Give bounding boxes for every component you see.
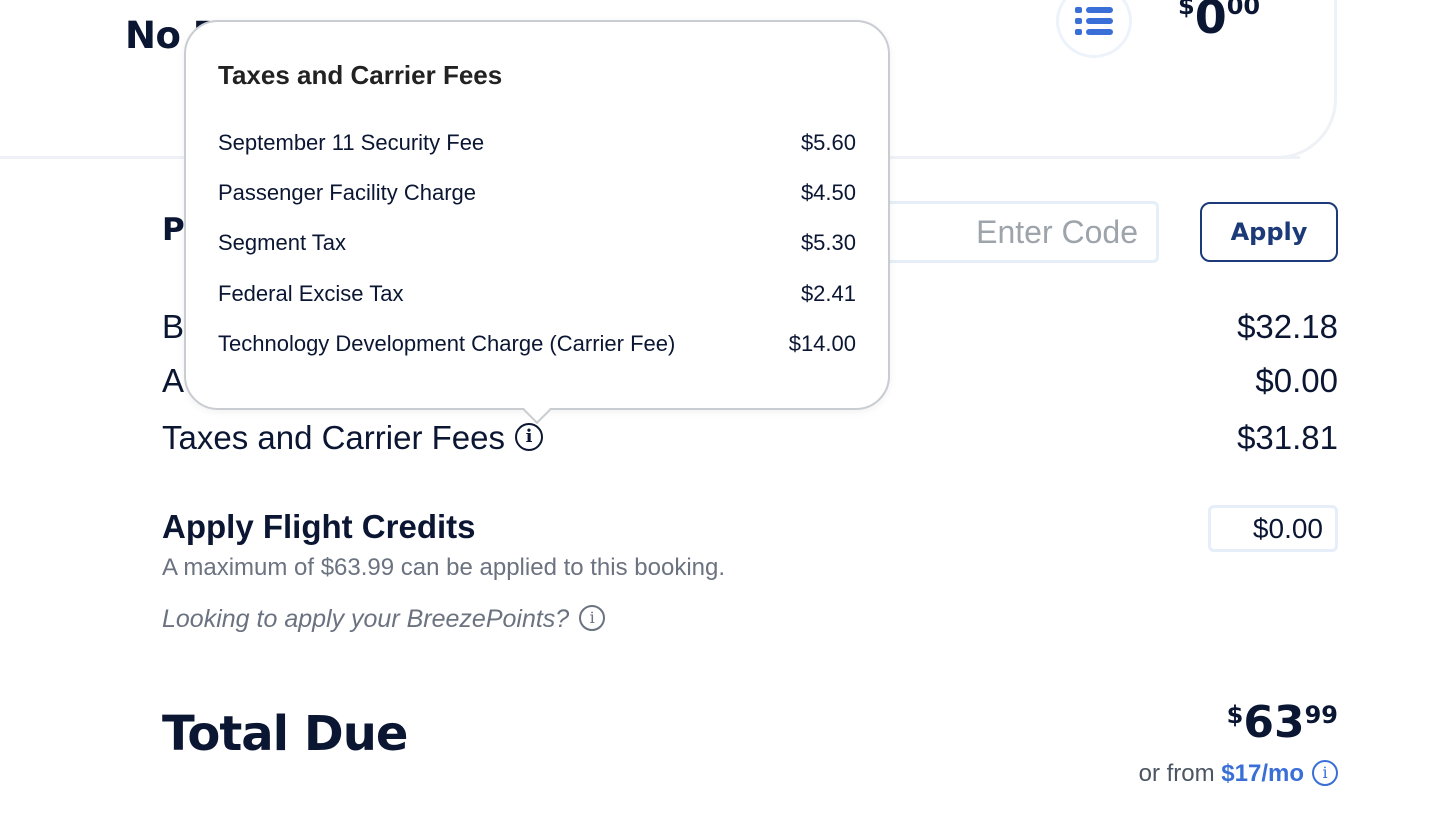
- tooltip-item-label: Technology Development Charge (Carrier F…: [218, 331, 676, 356]
- tooltip-item: Federal Excise Tax $2.41: [218, 281, 856, 311]
- taxes-fees-row: Taxes and Carrier Fees i: [162, 419, 543, 457]
- info-icon[interactable]: i: [579, 605, 606, 632]
- promo-code-input[interactable]: [860, 201, 1159, 263]
- tooltip-item-label: Federal Excise Tax: [218, 281, 404, 306]
- base-fare-label: B: [162, 308, 185, 345]
- tooltip-item-amount: $5.60: [800, 130, 856, 155]
- price-whole: 0: [1194, 0, 1227, 44]
- tooltip-item-amount: $14.00: [788, 331, 856, 356]
- base-fare-amount: $32.18: [1237, 308, 1338, 345]
- monthly-payment: or from $17/mo i: [1138, 759, 1338, 788]
- price-cents: 00: [1226, 0, 1261, 20]
- taxes-fees-amount: $31.81: [1237, 419, 1338, 456]
- tooltip-item-label: September 11 Security Fee: [218, 130, 485, 155]
- tooltip-item: Passenger Facility Charge $4.50: [218, 180, 856, 210]
- info-icon[interactable]: i: [1312, 759, 1338, 786]
- tooltip-item: Technology Development Charge (Carrier F…: [218, 331, 856, 361]
- tooltip-item: Segment Tax $5.30: [218, 230, 856, 260]
- tooltip-item-amount: $2.41: [800, 281, 856, 306]
- total-currency: $: [1226, 701, 1244, 729]
- tooltip-item-amount: $5.30: [800, 230, 856, 255]
- add-ons-label: A: [162, 362, 185, 399]
- flight-credits-note: A maximum of $63.99 can be applied to th…: [162, 554, 726, 581]
- add-ons-amount: $0.00: [1255, 362, 1338, 399]
- total-cents: 99: [1304, 701, 1338, 729]
- fare-price: $000: [1178, 0, 1260, 44]
- tooltip-item: September 11 Security Fee $5.60: [218, 130, 856, 160]
- breezepoints-prompt: Looking to apply your BreezePoints? i: [162, 605, 606, 634]
- monthly-payment-link[interactable]: $17/mo: [1221, 760, 1304, 787]
- flight-credits-input[interactable]: [1208, 505, 1338, 552]
- total-whole: 63: [1243, 697, 1305, 748]
- taxes-fees-tooltip: Taxes and Carrier Fees September 11 Secu…: [184, 20, 890, 410]
- tooltip-title: Taxes and Carrier Fees: [218, 60, 503, 90]
- list-icon: [1075, 7, 1113, 35]
- taxes-fees-label: Taxes and Carrier Fees: [162, 419, 505, 456]
- price-currency: $: [1178, 0, 1195, 20]
- tooltip-item-label: Passenger Facility Charge: [218, 180, 477, 205]
- total-due-label: Total Due: [162, 706, 408, 762]
- monthly-prefix: or from: [1138, 760, 1215, 787]
- promo-code-label: P: [162, 212, 185, 248]
- apply-promo-button[interactable]: Apply: [1200, 202, 1338, 262]
- tooltip-item-label: Segment Tax: [218, 230, 347, 255]
- breezepoints-text: Looking to apply your BreezePoints?: [162, 605, 570, 633]
- total-due-price: $6399: [1227, 697, 1338, 748]
- info-icon[interactable]: i: [514, 423, 543, 452]
- tooltip-item-amount: $4.50: [800, 180, 856, 205]
- flight-credits-title: Apply Flight Credits: [162, 508, 476, 545]
